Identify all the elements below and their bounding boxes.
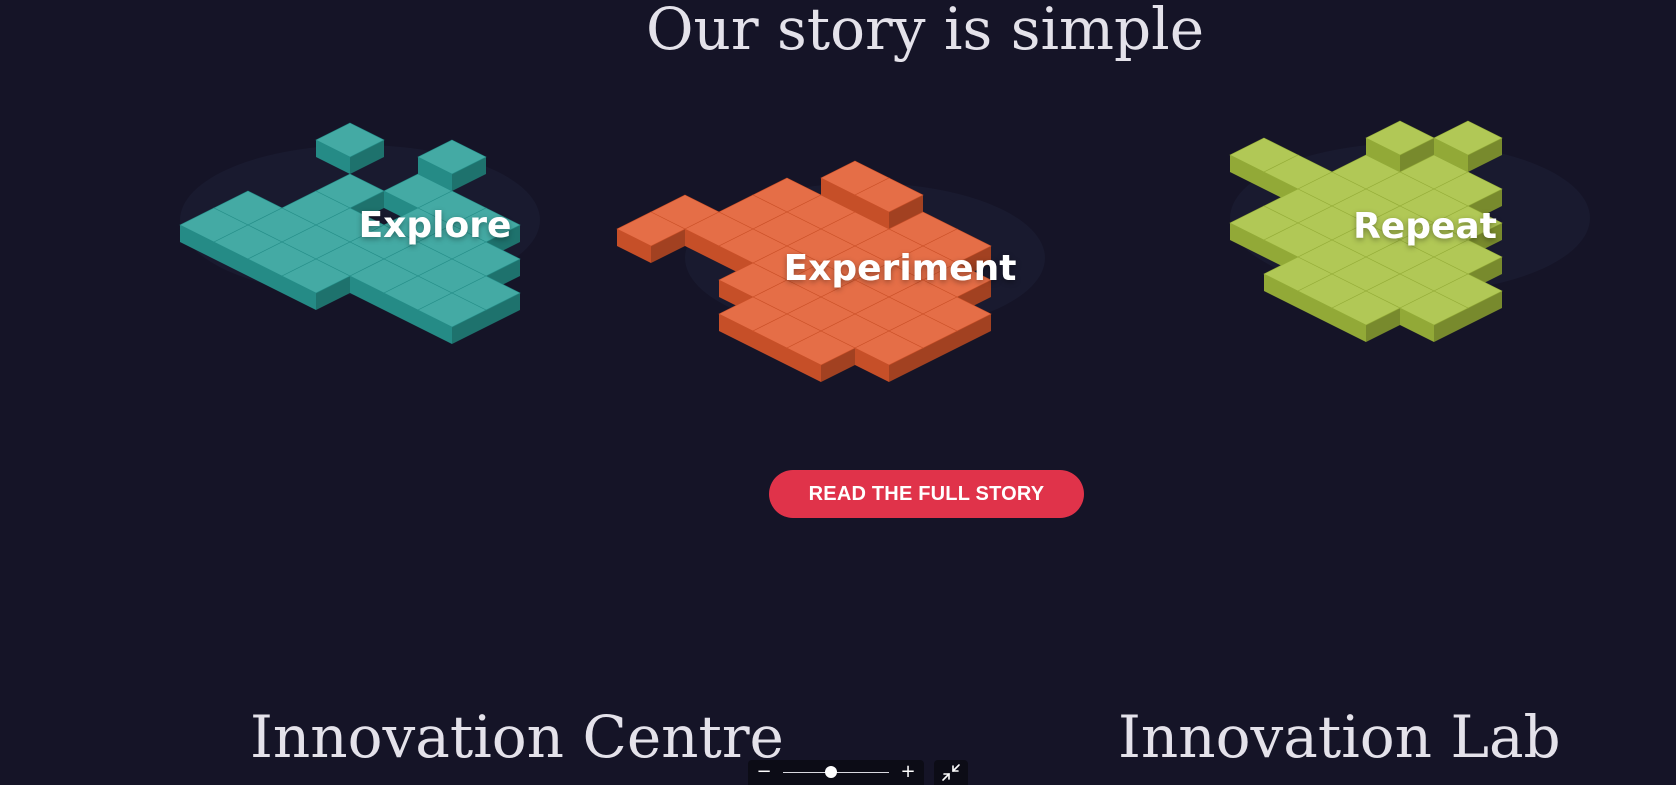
zoom-slider-thumb[interactable] [824, 766, 837, 778]
collapse-button[interactable] [934, 760, 968, 785]
page-title: Our story is simple [645, 0, 1205, 63]
experiment-tile: Experiment [616, 160, 1095, 390]
collapse-arrows-icon [942, 764, 960, 781]
plus-icon[interactable]: + [898, 762, 918, 782]
innovation-centre-heading: Innovation Centre [250, 703, 784, 771]
read-full-story-button[interactable]: READ THE FULL STORY [769, 470, 1084, 518]
repeat-label: Repeat [1353, 206, 1497, 247]
repeat-tile: Repeat [1229, 120, 1620, 350]
experiment-label: Experiment [783, 248, 1017, 289]
minus-icon[interactable]: − [754, 762, 774, 782]
explore-tile: Explore [179, 122, 620, 344]
innovation-lab-heading: Innovation Lab [1118, 703, 1561, 771]
explore-label: Explore [358, 205, 512, 246]
zoom-control: − + [748, 760, 924, 785]
